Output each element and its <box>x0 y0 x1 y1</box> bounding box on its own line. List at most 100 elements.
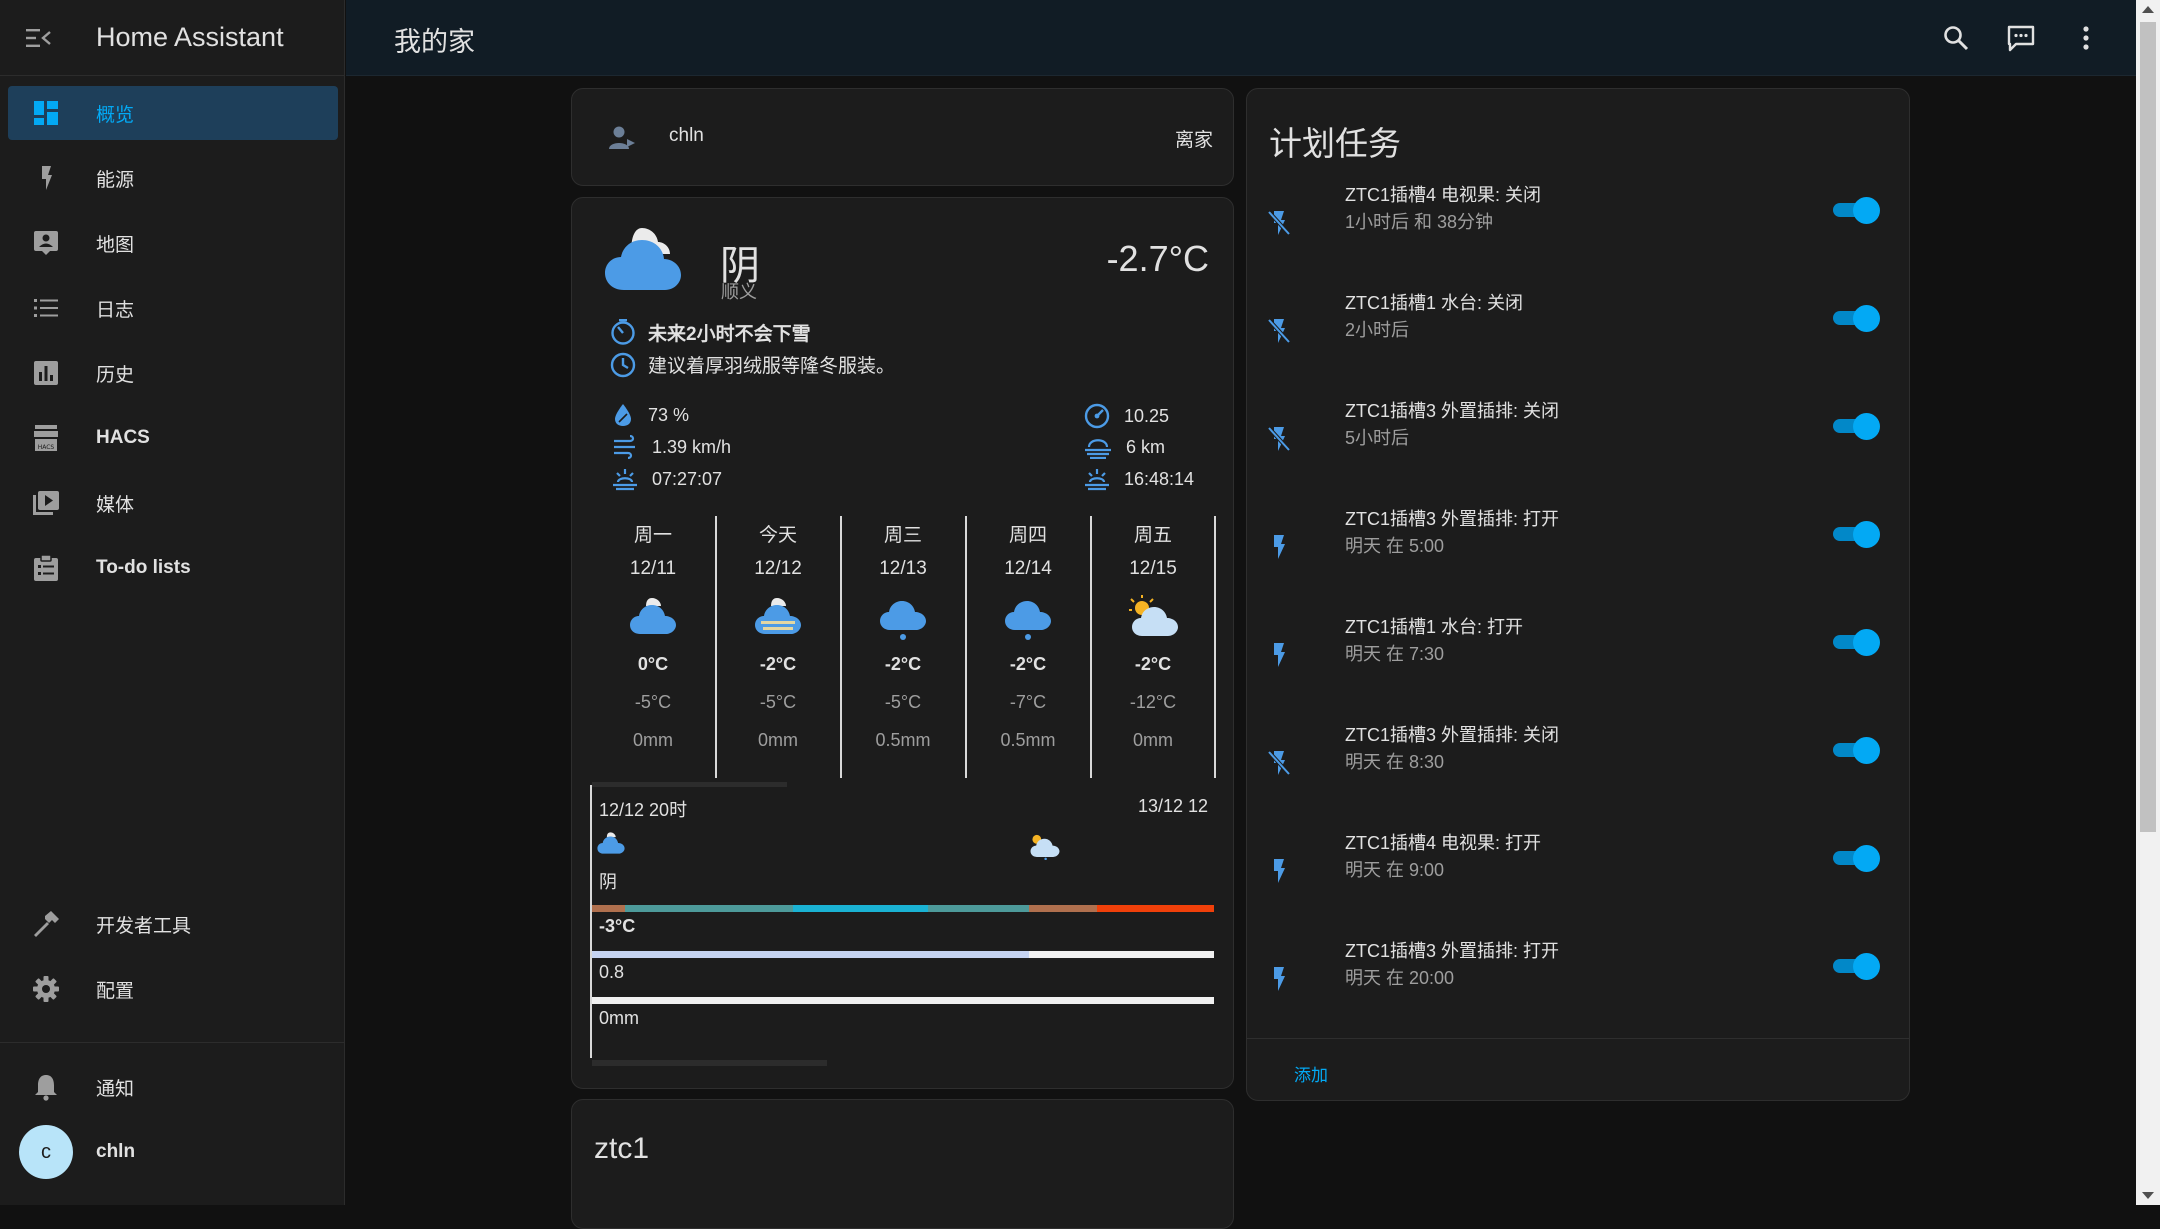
hourly-scrollbar-top <box>592 782 787 787</box>
partly-cloudy-icon <box>1030 834 1060 860</box>
cloudy-icon <box>605 228 681 290</box>
menu-toggle-button[interactable] <box>0 0 76 76</box>
sidebar-item-media[interactable]: 媒体 <box>8 476 338 530</box>
assist-button[interactable] <box>2001 18 2041 58</box>
person-card[interactable]: chln 离家 <box>571 88 1234 186</box>
sidebar-item-todo[interactable]: To-do lists <box>8 541 338 595</box>
schedule-toggle[interactable] <box>1831 843 1881 873</box>
scroll-thumb[interactable] <box>2140 22 2156 832</box>
schedule-toggle[interactable] <box>1831 519 1881 549</box>
scroll-down-arrow[interactable] <box>2142 1192 2154 1199</box>
timer-icon <box>611 319 635 345</box>
forecast-day: 周三 12/13 -2°C -5°C 0.5mm <box>841 516 965 778</box>
menu-open-icon <box>26 28 51 47</box>
schedule-name: ZTC1插槽1 水台: 关闭 <box>1345 293 1524 313</box>
media-play-icon <box>33 491 59 515</box>
clock-icon <box>610 352 636 377</box>
sidebar-header: Home Assistant <box>0 0 344 76</box>
weather-windy-icon <box>614 435 635 459</box>
scroll-up-arrow[interactable] <box>2142 6 2154 13</box>
gauge-icon <box>1084 403 1110 429</box>
flash-icon <box>1274 967 1285 991</box>
hourly-scrollbar-bottom[interactable] <box>592 1060 827 1066</box>
sidebar-item-notifications[interactable]: 通知 <box>8 1060 338 1114</box>
sidebar-item-logbook[interactable]: 日志 <box>8 281 338 335</box>
weather-temperature: -2.7°C <box>1106 238 1209 279</box>
add-schedule-button[interactable]: 添加 <box>1294 1061 1328 1086</box>
schedule-toggle[interactable] <box>1831 735 1881 765</box>
page-scrollbar[interactable] <box>2136 0 2160 1205</box>
sidebar-item-map[interactable]: 地图 <box>8 216 338 270</box>
forecast-precip: 0mm <box>758 730 798 750</box>
forecast-separator <box>1214 516 1216 778</box>
forecast-low: -12°C <box>1129 692 1177 712</box>
hourly-condition: 阴 <box>599 872 617 892</box>
sunrise-icon <box>613 469 637 491</box>
sidebar-item-label: 媒体 <box>96 494 135 516</box>
schedule-row[interactable]: ZTC1插槽3 外置插排: 打开 明天 在 20:00 <box>1247 937 1909 1027</box>
clipboard-list-icon <box>34 554 58 581</box>
schedule-name: ZTC1插槽4 电视果: 关闭 <box>1345 185 1542 205</box>
forecast-precip: 0mm <box>633 730 673 750</box>
pressure-value: 10.25 <box>1124 405 1170 426</box>
forecast-high: 0°C <box>637 654 669 674</box>
schedule-row[interactable]: ZTC1插槽1 水台: 关闭 2小时后 <box>1247 289 1909 379</box>
top-bar: 我的家 <box>346 0 2136 76</box>
forecast-precip: 0mm <box>1133 730 1173 750</box>
sidebar-item-history[interactable]: 历史 <box>8 346 338 400</box>
sidebar-item-user[interactable]: c chln <box>8 1125 338 1179</box>
flash-off-icon <box>1267 750 1291 776</box>
hourly-end-time: 13/12 12 <box>1138 796 1209 816</box>
forecast-day-name: 周四 <box>1008 525 1047 546</box>
temp-bar-segment <box>1097 905 1214 912</box>
hourly-precip: 0mm <box>599 1008 639 1028</box>
forecast-day: 今天 12/12 -2°C -5°C 0mm <box>716 516 840 778</box>
forecast-high: -2°C <box>759 654 797 674</box>
schedule-row[interactable]: ZTC1插槽1 水台: 打开 明天 在 7:30 <box>1247 613 1909 703</box>
temp-bar-segment <box>625 905 793 912</box>
sidebar-item-label: 日志 <box>96 299 135 321</box>
schedule-toggle[interactable] <box>1831 303 1881 333</box>
sidebar-item-developer-tools[interactable]: 开发者工具 <box>8 897 338 951</box>
flash-icon <box>1274 859 1285 883</box>
cloud-bar-segment <box>592 951 1029 958</box>
sidebar-item-settings[interactable]: 配置 <box>8 962 338 1016</box>
forecast-day: 周一 12/11 0°C -5°C 0mm <box>591 516 715 778</box>
sidebar-item-overview[interactable]: 概览 <box>8 86 338 140</box>
forecast-date: 12/13 <box>879 558 927 579</box>
sidebar-item-energy[interactable]: 能源 <box>8 151 338 205</box>
schedule-toggle[interactable] <box>1831 411 1881 441</box>
search-button[interactable] <box>1936 18 1976 58</box>
schedule-row[interactable]: ZTC1插槽3 外置插排: 关闭 明天 在 8:30 <box>1247 721 1909 811</box>
weather-advice: 建议着厚羽绒服等隆冬服装。 <box>610 351 895 378</box>
schedule-row[interactable]: ZTC1插槽3 外置插排: 打开 明天 在 5:00 <box>1247 505 1909 595</box>
schedule-toggle[interactable] <box>1831 627 1881 657</box>
sunset-stat: 16:48:14 <box>1084 467 1194 491</box>
weather-card[interactable]: 阴 顺义 -2.7°C 未来2小时不会下雪 建议着厚羽绒服等隆冬服装。 73 %… <box>571 197 1234 1089</box>
list-icon <box>34 299 58 317</box>
more-options-button[interactable] <box>2066 18 2106 58</box>
visibility-stat: 6 km <box>1084 435 1165 459</box>
schedule-row[interactable]: ZTC1插槽4 电视果: 关闭 1小时后 和 38分钟 <box>1247 181 1909 271</box>
flash-icon <box>1274 643 1285 667</box>
hourly-left-border <box>590 785 592 1058</box>
sidebar-item-hacs[interactable]: HACS HACS <box>8 411 338 465</box>
schedule-name: ZTC1插槽3 外置插排: 关闭 <box>1345 401 1560 421</box>
schedule-toggle[interactable] <box>1831 195 1881 225</box>
forecast-low: -5°C <box>884 692 922 712</box>
forecast-day-name: 周五 <box>1133 525 1172 546</box>
schedule-toggle[interactable] <box>1831 951 1881 981</box>
sidebar-item-label: 通知 <box>96 1078 135 1100</box>
forecast-day-name: 周一 <box>633 525 672 546</box>
schedule-row[interactable]: ZTC1插槽4 电视果: 打开 明天 在 9:00 <box>1247 829 1909 919</box>
forecast-day-name: 今天 <box>758 525 797 546</box>
forecast-high: -2°C <box>1134 654 1172 674</box>
forecast-high: -2°C <box>1009 654 1047 674</box>
card-title: ztc1 <box>594 1132 650 1165</box>
schedule-name: ZTC1插槽3 外置插排: 打开 <box>1345 509 1560 529</box>
schedule-time: 明天 在 8:30 <box>1345 752 1445 772</box>
search-icon <box>1944 26 1969 51</box>
dashboard-icon <box>34 101 58 125</box>
schedule-time: 明天 在 20:00 <box>1345 968 1455 988</box>
schedule-row[interactable]: ZTC1插槽3 外置插排: 关闭 5小时后 <box>1247 397 1909 487</box>
